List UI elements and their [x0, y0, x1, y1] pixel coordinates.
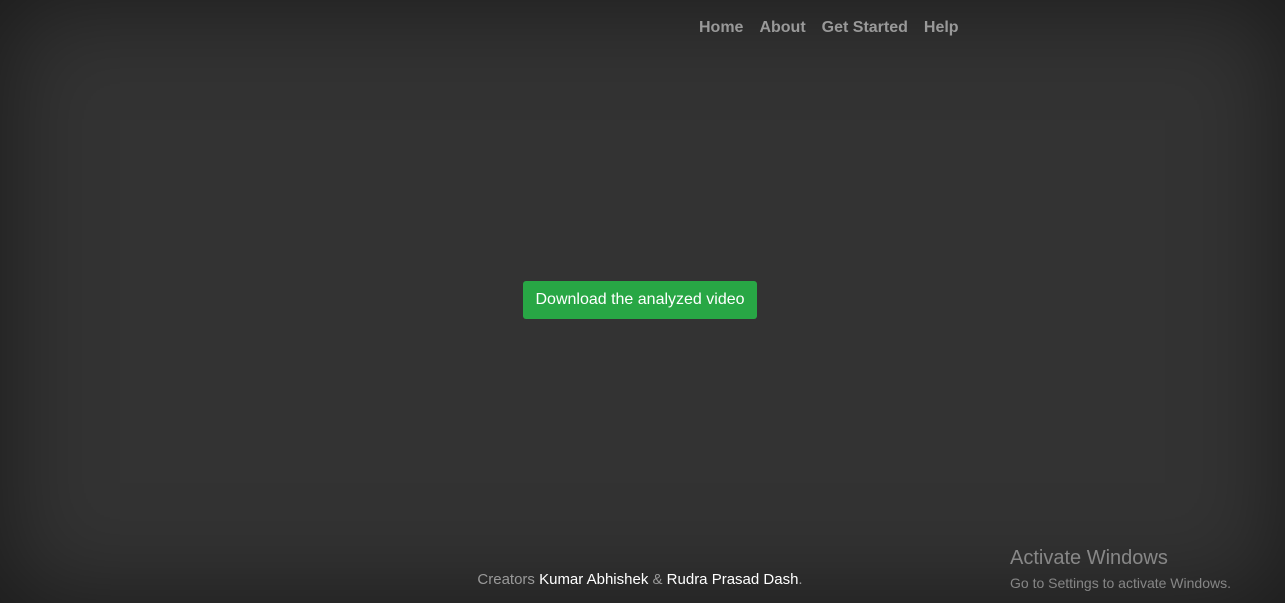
creator-link-rudra-prasad-dash[interactable]: Rudra Prasad Dash	[667, 571, 799, 588]
watermark-title: Activate Windows	[1010, 547, 1168, 569]
download-video-button-label: Download the analyzed video	[535, 291, 745, 308]
nav-home-link[interactable]: Home	[699, 18, 743, 38]
creator-link-kumar-abhishek[interactable]: Kumar Abhishek	[539, 571, 648, 588]
footer-separator: &	[648, 571, 667, 588]
footer-prefix: Creators	[477, 571, 540, 588]
download-video-button[interactable]: Download the analyzed video	[523, 281, 757, 319]
watermark-subtitle: Go to Settings to activate Windows.	[1010, 575, 1231, 591]
nav-get-started-link[interactable]: Get Started	[822, 18, 908, 38]
activate-windows-watermark: Activate Windows Go to Settings to activ…	[1010, 546, 1231, 592]
top-nav: Home About Get Started Help	[699, 18, 959, 38]
page: Home About Get Started Help Download the…	[0, 0, 1285, 603]
nav-about-link[interactable]: About	[759, 18, 805, 38]
nav-help-link[interactable]: Help	[924, 18, 959, 38]
footer-suffix: .	[798, 571, 803, 588]
